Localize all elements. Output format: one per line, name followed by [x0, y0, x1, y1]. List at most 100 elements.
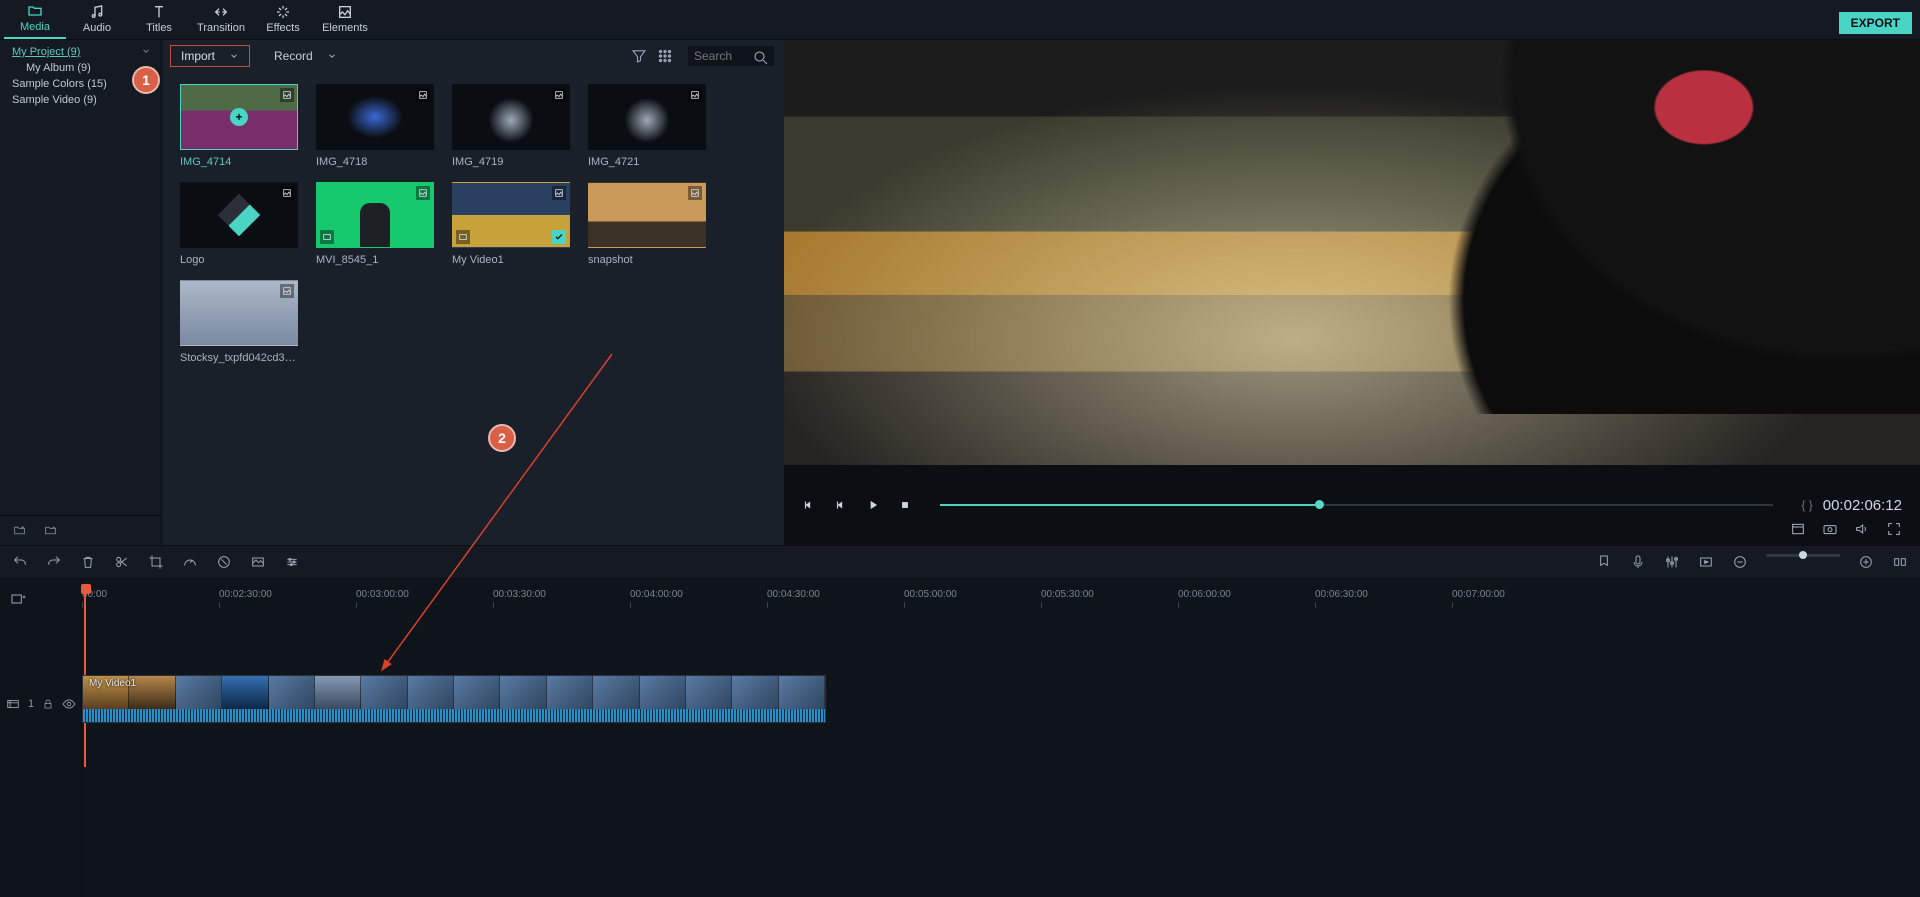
eye-icon[interactable]: [62, 697, 76, 711]
media-thumbnail[interactable]: [452, 84, 570, 150]
media-item[interactable]: IMG_4721: [588, 84, 706, 168]
import-button[interactable]: Import: [170, 45, 250, 67]
tab-media[interactable]: Media: [4, 0, 66, 39]
media-label: IMG_4721: [588, 156, 706, 168]
media-item[interactable]: MVI_8545_1: [316, 182, 434, 266]
sidebar: My Project (9) My Album (9) Sample Color…: [0, 40, 162, 545]
preview-frame-content: [1148, 40, 1920, 414]
sidebar-item-my-project[interactable]: My Project (9): [8, 44, 153, 60]
delete-folder-icon[interactable]: [43, 524, 58, 537]
ruler-tick: 00:05:30:00: [1041, 589, 1178, 600]
greenscreen-button[interactable]: [250, 554, 266, 570]
crop-button[interactable]: [148, 554, 164, 570]
clip-type-icon: [456, 230, 470, 244]
screenshot-icon[interactable]: [1790, 521, 1806, 537]
media-thumbnail[interactable]: [588, 182, 706, 248]
record-label: Record: [274, 49, 313, 63]
tab-titles[interactable]: Titles: [128, 0, 190, 39]
color-button[interactable]: [216, 554, 232, 570]
zoom-in-icon[interactable]: [1858, 554, 1874, 570]
zoom-out-icon[interactable]: [1732, 554, 1748, 570]
add-to-timeline-icon[interactable]: +: [230, 108, 248, 126]
thumb-type-icon: [280, 284, 294, 298]
ruler-tick: 00:03:00:00: [356, 589, 493, 600]
media-label: MVI_8545_1: [316, 254, 434, 266]
media-thumbnail[interactable]: [316, 182, 434, 248]
media-item[interactable]: Logo: [180, 182, 298, 266]
lock-icon[interactable]: [42, 698, 54, 710]
track-number: 1: [28, 698, 34, 710]
ruler-tick: 00:04:30:00: [767, 589, 904, 600]
tab-label: Media: [20, 21, 50, 33]
ruler-tick: 00:05:00:00: [904, 589, 1041, 600]
chevron-down-icon[interactable]: [141, 46, 151, 56]
tab-elements[interactable]: Elements: [314, 0, 376, 39]
grid-view-icon[interactable]: [656, 47, 674, 65]
timeline-clip[interactable]: My Video1: [82, 675, 826, 723]
chevron-down-icon: [229, 51, 239, 61]
tab-label: Titles: [146, 22, 172, 34]
media-thumbnail[interactable]: +: [180, 84, 298, 150]
fullscreen-icon[interactable]: [1886, 521, 1902, 537]
seek-knob[interactable]: [1315, 500, 1324, 509]
media-item[interactable]: IMG_4718: [316, 84, 434, 168]
tab-transition[interactable]: Transition: [190, 0, 252, 39]
media-item[interactable]: snapshot: [588, 182, 706, 266]
media-thumbnail[interactable]: [180, 182, 298, 248]
zoom-fit-icon[interactable]: [1892, 554, 1908, 570]
media-toolbar: Import Record: [162, 40, 784, 72]
media-item[interactable]: My Video1: [452, 182, 570, 266]
ruler-tick: 00:07:00:00: [1452, 589, 1589, 600]
camera-icon[interactable]: [1822, 521, 1838, 537]
add-track-icon[interactable]: [10, 591, 26, 607]
prev-frame-button[interactable]: [802, 498, 816, 512]
media-thumbnail[interactable]: [452, 182, 570, 248]
media-item[interactable]: Stocksy_txpfd042cd3EA...: [180, 280, 298, 364]
track-header: 1: [0, 579, 82, 897]
record-button[interactable]: Record: [264, 46, 347, 66]
tab-effects[interactable]: Effects: [252, 0, 314, 39]
used-check-icon: [552, 230, 566, 244]
chevron-down-icon: [327, 51, 337, 61]
media-thumbnail[interactable]: [180, 280, 298, 346]
zoom-slider[interactable]: [1766, 554, 1840, 557]
filter-icon[interactable]: [630, 47, 648, 65]
text-icon: [151, 4, 167, 20]
preview-video[interactable]: [784, 40, 1920, 465]
mixer-icon[interactable]: [1664, 554, 1680, 570]
seek-bar[interactable]: [940, 504, 1773, 506]
tab-audio[interactable]: Audio: [66, 0, 128, 39]
sidebar-item-sample-video[interactable]: Sample Video (9): [8, 92, 153, 108]
stop-button[interactable]: [898, 498, 912, 512]
split-button[interactable]: [114, 554, 130, 570]
speed-button[interactable]: [182, 554, 198, 570]
sidebar-item-my-album[interactable]: My Album (9): [8, 60, 153, 76]
media-item[interactable]: IMG_4719: [452, 84, 570, 168]
delete-button[interactable]: [80, 554, 96, 570]
adjust-button[interactable]: [284, 554, 300, 570]
media-label: IMG_4718: [316, 156, 434, 168]
timeline[interactable]: 1 00:0000:02:30:0000:03:00:0000:03:30:00…: [0, 579, 1920, 897]
folder-icon: [27, 3, 43, 19]
render-icon[interactable]: [1698, 554, 1714, 570]
timeline-ruler[interactable]: 00:0000:02:30:0000:03:00:0000:03:30:0000…: [82, 589, 1920, 600]
search-icon[interactable]: [752, 49, 770, 67]
volume-icon[interactable]: [1854, 521, 1870, 537]
media-thumbnail[interactable]: [588, 84, 706, 150]
mic-icon[interactable]: [1630, 554, 1646, 570]
media-label: IMG_4719: [452, 156, 570, 168]
timeline-toolbar: [0, 545, 1920, 579]
undo-button[interactable]: [12, 554, 28, 570]
play-button[interactable]: [866, 498, 880, 512]
export-button[interactable]: EXPORT: [1839, 12, 1912, 34]
media-thumbnail[interactable]: [316, 84, 434, 150]
new-folder-icon[interactable]: [12, 524, 27, 537]
thumb-type-icon: [416, 88, 430, 102]
redo-button[interactable]: [46, 554, 62, 570]
annotation-badge-1: 1: [132, 66, 160, 94]
media-item[interactable]: +IMG_4714: [180, 84, 298, 168]
next-frame-button[interactable]: [834, 498, 848, 512]
thumb-type-icon: [552, 88, 566, 102]
marker-icon[interactable]: [1596, 554, 1612, 570]
video-track[interactable]: My Video1: [82, 675, 826, 723]
